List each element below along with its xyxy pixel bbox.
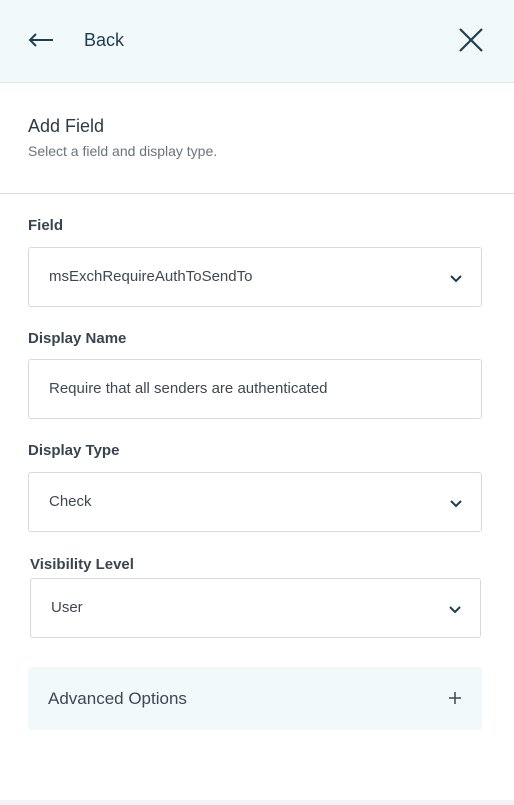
close-button[interactable] — [457, 26, 485, 54]
bottom-divider — [0, 800, 514, 805]
chevron-down-icon — [449, 496, 463, 514]
advanced-options-label: Advanced Options — [48, 689, 187, 708]
visibility-level-select[interactable]: User — [30, 578, 481, 638]
advanced-options-toggle[interactable]: Advanced Options — [28, 667, 482, 730]
chevron-down-icon — [449, 271, 463, 289]
visibility-level-label: Visibility Level — [30, 556, 134, 573]
display-type-select[interactable]: Check — [28, 472, 482, 532]
chevron-down-icon — [448, 602, 462, 620]
display-name-input[interactable]: Require that all senders are authenticat… — [28, 359, 482, 419]
arrow-left-icon — [28, 33, 54, 47]
panel-header: Add Field Select a field and display typ… — [0, 83, 514, 194]
top-bar: Back — [0, 0, 514, 83]
field-select-value: msExchRequireAuthToSendTo — [49, 268, 253, 285]
display-type-label: Display Type — [28, 442, 120, 459]
field-label: Field — [28, 217, 64, 234]
visibility-level-value: User — [51, 599, 83, 616]
display-name-value: Require that all senders are authenticat… — [49, 380, 328, 397]
plus-icon — [448, 691, 462, 710]
display-name-label: Display Name — [28, 330, 127, 347]
back-label: Back — [84, 29, 125, 50]
close-icon — [457, 28, 485, 58]
field-select[interactable]: msExchRequireAuthToSendTo — [28, 247, 482, 307]
back-button[interactable]: Back — [28, 22, 124, 58]
page-title: Add Field — [28, 116, 105, 136]
display-type-value: Check — [49, 493, 92, 510]
page-subtitle: Select a field and display type. — [28, 143, 218, 159]
